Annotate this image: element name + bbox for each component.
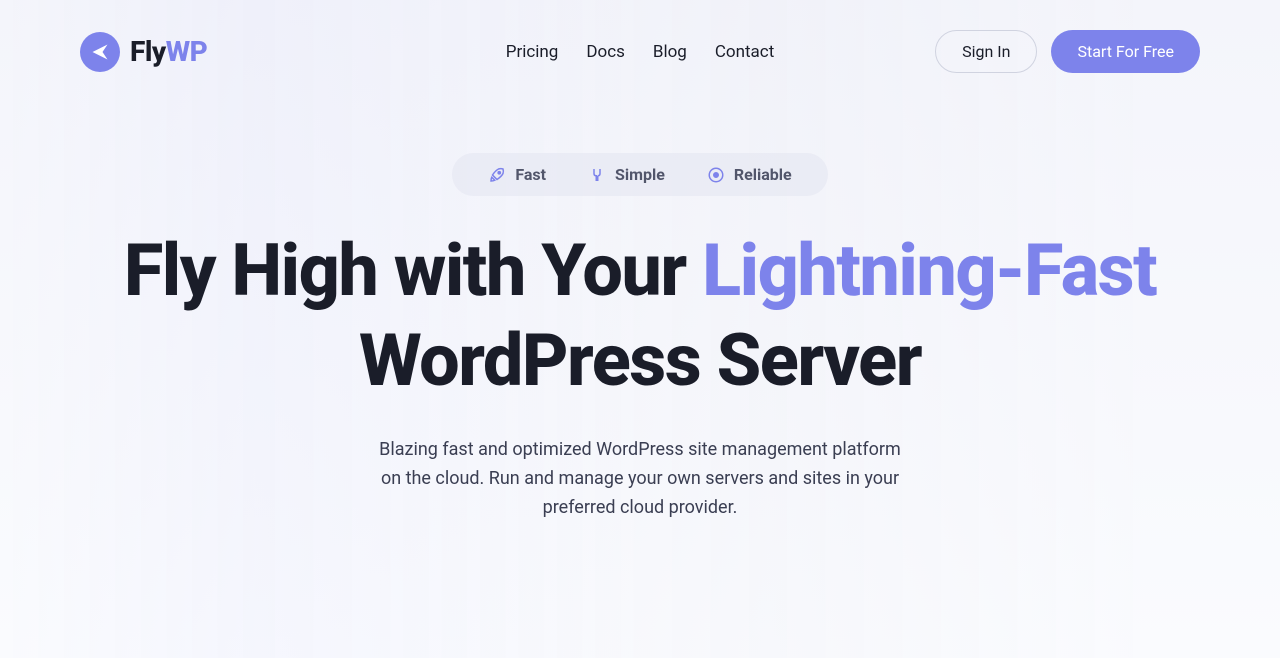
headline-post: WordPress Server [359, 318, 921, 403]
nav-link-pricing[interactable]: Pricing [506, 42, 559, 62]
brand-wordmark: FlyWP [130, 35, 207, 68]
nav-link-contact[interactable]: Contact [715, 42, 774, 62]
pill-simple: Simple [588, 165, 665, 184]
headline-highlight: Lightning-Fast [702, 228, 1156, 313]
nav-link-blog[interactable]: Blog [653, 42, 687, 62]
pill-label: Fast [515, 165, 546, 184]
hero-headline: Fly High with Your Lightning-Fast WordPr… [80, 226, 1200, 406]
logo-mark-icon [80, 32, 120, 72]
pill-reliable: Reliable [707, 165, 792, 184]
circle-dot-icon [707, 166, 725, 184]
hero-section: Fast Simple Reliable [80, 103, 1200, 522]
hero-subhead: Blazing fast and optimized WordPress sit… [370, 436, 910, 522]
rocket-icon [488, 166, 506, 184]
start-free-button[interactable]: Start For Free [1051, 30, 1200, 73]
brand-logo[interactable]: FlyWP [80, 32, 207, 72]
nav-link-docs[interactable]: Docs [586, 42, 625, 62]
brand-part1: Fly [130, 35, 166, 68]
site-header: FlyWP Pricing Docs Blog Contact Sign In … [80, 0, 1200, 103]
primary-nav: Pricing Docs Blog Contact [506, 42, 775, 62]
signin-button[interactable]: Sign In [935, 30, 1037, 73]
brand-part2: WP [166, 35, 208, 68]
feature-pills: Fast Simple Reliable [452, 153, 827, 196]
header-actions: Sign In Start For Free [935, 30, 1200, 73]
pill-label: Simple [615, 165, 665, 184]
pill-fast: Fast [488, 165, 546, 184]
headline-pre: Fly High with Your [124, 228, 702, 313]
pill-label: Reliable [734, 165, 792, 184]
snap-icon [588, 166, 606, 184]
